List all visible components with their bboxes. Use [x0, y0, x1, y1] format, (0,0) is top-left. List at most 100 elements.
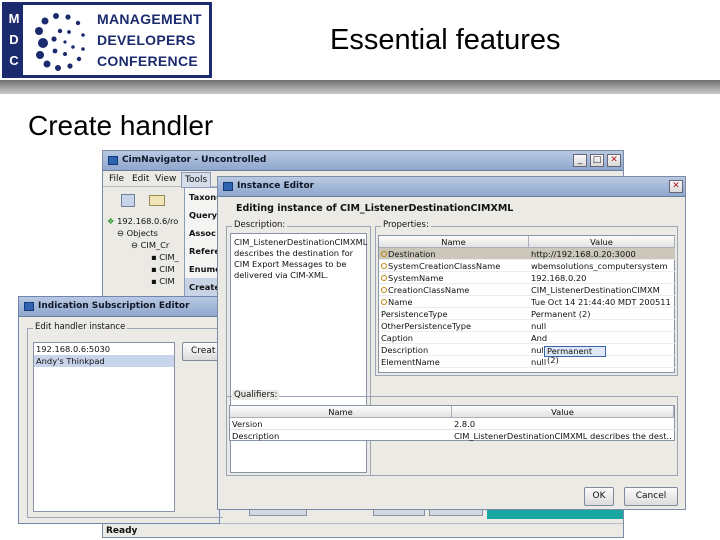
mdc-logo: M D C MANAGEMENT DEVELOPERS CONFERENCE — [2, 2, 212, 78]
edit-handler-label: Edit handler instance — [33, 322, 128, 332]
indication-subscription-editor-window[interactable]: Indication Subscription Editor Edit hand… — [18, 296, 224, 524]
property-value[interactable]: CIM_ListenerDestinationCIMXM — [531, 284, 673, 295]
key-icon — [381, 250, 387, 257]
slide-subtitle: Create handler — [28, 110, 214, 141]
minimize-button[interactable]: _ — [573, 154, 587, 167]
column-header-name[interactable]: Name — [379, 236, 529, 248]
logo-letter-d: D — [9, 32, 19, 47]
folder-icon[interactable] — [149, 195, 165, 206]
property-row[interactable]: SystemName 192.168.0.20 — [379, 272, 675, 284]
logo-line-conference: CONFERENCE — [97, 53, 199, 69]
property-row[interactable]: Name Tue Oct 14 21:44:40 MDT 200511 — [379, 296, 675, 308]
property-value[interactable]: And — [531, 332, 673, 343]
subscription-editor-titlebar[interactable]: Indication Subscription Editor — [19, 297, 219, 317]
property-name: Caption — [381, 333, 414, 343]
properties-rows: Destination http://192.168.0.20:3000 Syste… — [379, 248, 675, 368]
property-value[interactable]: http://192.168.0.20:3000 — [531, 248, 673, 259]
handler-list[interactable]: 192.168.0.6:5030 Andy's Thinkpad — [33, 342, 175, 512]
close-button[interactable]: ✕ — [607, 154, 621, 167]
header-rule — [0, 80, 720, 94]
tree-node-label: Objects — [126, 228, 158, 238]
instance-editor-titlebar[interactable]: Instance Editor ✕ — [218, 177, 685, 197]
menu-tools[interactable]: Tools — [181, 172, 212, 188]
editing-heading: Editing instance of CIM_ListenerDestinat… — [236, 203, 514, 214]
qualifier-name: Version — [232, 419, 263, 429]
handler-list-item-selected[interactable]: Andy's Thinkpad — [34, 355, 174, 367]
description-label: Description: — [232, 220, 288, 230]
property-row[interactable]: PersistenceType Permanent (2) — [379, 308, 675, 320]
tools-menu-item-create[interactable]: Create — [185, 278, 219, 296]
column-header-value[interactable]: Value — [529, 236, 675, 248]
property-name: Destination — [388, 249, 436, 259]
handler-list-item[interactable]: 192.168.0.6:5030 — [34, 343, 174, 355]
property-value[interactable]: null — [531, 320, 673, 331]
tools-menu-item[interactable]: Query — [185, 206, 219, 224]
logo-letter-c: C — [9, 53, 19, 68]
tree-node-host[interactable]: ❖ 192.168.0.6/ro — [107, 215, 187, 227]
slide-title: Essential features — [330, 24, 561, 56]
property-name: SystemCreationClassName — [388, 261, 501, 271]
property-value[interactable]: 192.168.0.20 — [531, 272, 673, 283]
property-row[interactable]: Caption And — [379, 332, 675, 344]
qualifier-value: 2.8.0 — [454, 419, 476, 429]
tools-menu-item[interactable]: Enume — [185, 260, 219, 278]
property-row[interactable]: OtherPersistenceType null — [379, 320, 675, 332]
persistence-type-dropdown[interactable]: Permanent (2) — [544, 346, 606, 365]
menu-view[interactable]: View — [155, 174, 176, 184]
properties-table[interactable]: Name Value Destination http://192.168.0.2… — [378, 235, 675, 373]
logo-letter-m: M — [8, 11, 20, 26]
instance-editor-title: Instance Editor — [237, 181, 315, 191]
qualifiers-table[interactable]: Name Value Version 2.8.0 Description CIM… — [229, 405, 675, 441]
property-row[interactable]: CreationClassName CIM_ListenerDestination… — [379, 284, 675, 296]
property-row[interactable]: SystemCreationClassName wbemsolutions_com… — [379, 260, 675, 272]
object-tree: ❖ 192.168.0.6/ro ⊖ Objects ⊖ CIM_Cr ▪ CI… — [107, 215, 187, 295]
host-icon: ❖ — [107, 216, 115, 226]
save-icon[interactable] — [121, 194, 135, 207]
navigator-titlebar[interactable]: CimNavigator - Uncontrolled _ □ ✕ — [103, 151, 623, 171]
property-name-cell: SystemCreationClassName — [381, 260, 527, 271]
tools-menu-item[interactable]: Refere — [185, 242, 219, 260]
property-value[interactable]: Permanent (2) — [531, 308, 673, 319]
property-name-cell: OtherPersistenceType — [381, 320, 527, 331]
property-name-cell: Name — [381, 296, 527, 307]
property-name: Description — [381, 345, 429, 355]
property-row[interactable]: Description null — [379, 344, 675, 356]
app-icon — [223, 182, 233, 191]
qualifier-value: CIM_ListenerDestinationCIMXML describes … — [454, 431, 672, 441]
tree-node-label: CIM_ — [159, 252, 179, 262]
logo-dot-swirl-icon — [35, 13, 85, 71]
properties-label: Properties: — [381, 220, 431, 230]
maximize-button[interactable]: □ — [590, 154, 604, 167]
qualifier-header-name[interactable]: Name — [230, 406, 452, 418]
property-value[interactable]: Tue Oct 14 21:44:40 MDT 200511 — [531, 296, 673, 307]
key-icon — [381, 262, 387, 269]
properties-panel: Properties: Name Value Destination http:/… — [375, 220, 678, 376]
menu-edit[interactable]: Edit — [132, 174, 149, 184]
ok-button[interactable]: OK — [584, 487, 614, 506]
instance-editor-window[interactable]: Instance Editor ✕ Editing instance of CI… — [217, 176, 686, 510]
property-value[interactable]: wbemsolutions_computersystem — [531, 260, 673, 271]
status-bar: Ready — [103, 523, 623, 538]
property-name-cell: Caption — [381, 332, 527, 343]
property-name-cell: Destination — [381, 248, 527, 259]
close-button[interactable]: ✕ — [669, 180, 683, 193]
app-icon — [24, 302, 34, 311]
cancel-button[interactable]: Cancel — [624, 487, 678, 506]
property-name: SystemName — [388, 273, 444, 283]
qualifier-row[interactable]: Version 2.8.0 — [230, 418, 675, 430]
qualifier-header-value[interactable]: Value — [452, 406, 674, 418]
property-row[interactable]: Destination http://192.168.0.20:3000 — [379, 248, 675, 260]
property-name-cell: Description — [381, 344, 527, 355]
app-icon — [108, 156, 118, 165]
qualifier-row[interactable]: Description CIM_ListenerDestinationCIMXM… — [230, 430, 675, 442]
property-row[interactable]: ElementName null — [379, 356, 675, 368]
property-name-cell: ElementName — [381, 356, 527, 367]
tools-menu-item[interactable]: Taxonu — [185, 188, 219, 206]
tools-menu-item[interactable]: Assoc — [185, 224, 219, 242]
key-icon — [381, 298, 387, 305]
menu-file[interactable]: File — [109, 174, 124, 184]
navigator-toolbar — [109, 191, 179, 211]
key-icon — [381, 274, 387, 281]
qualifier-name: Description — [232, 431, 280, 441]
logo-line-management: MANAGEMENT — [97, 11, 202, 27]
